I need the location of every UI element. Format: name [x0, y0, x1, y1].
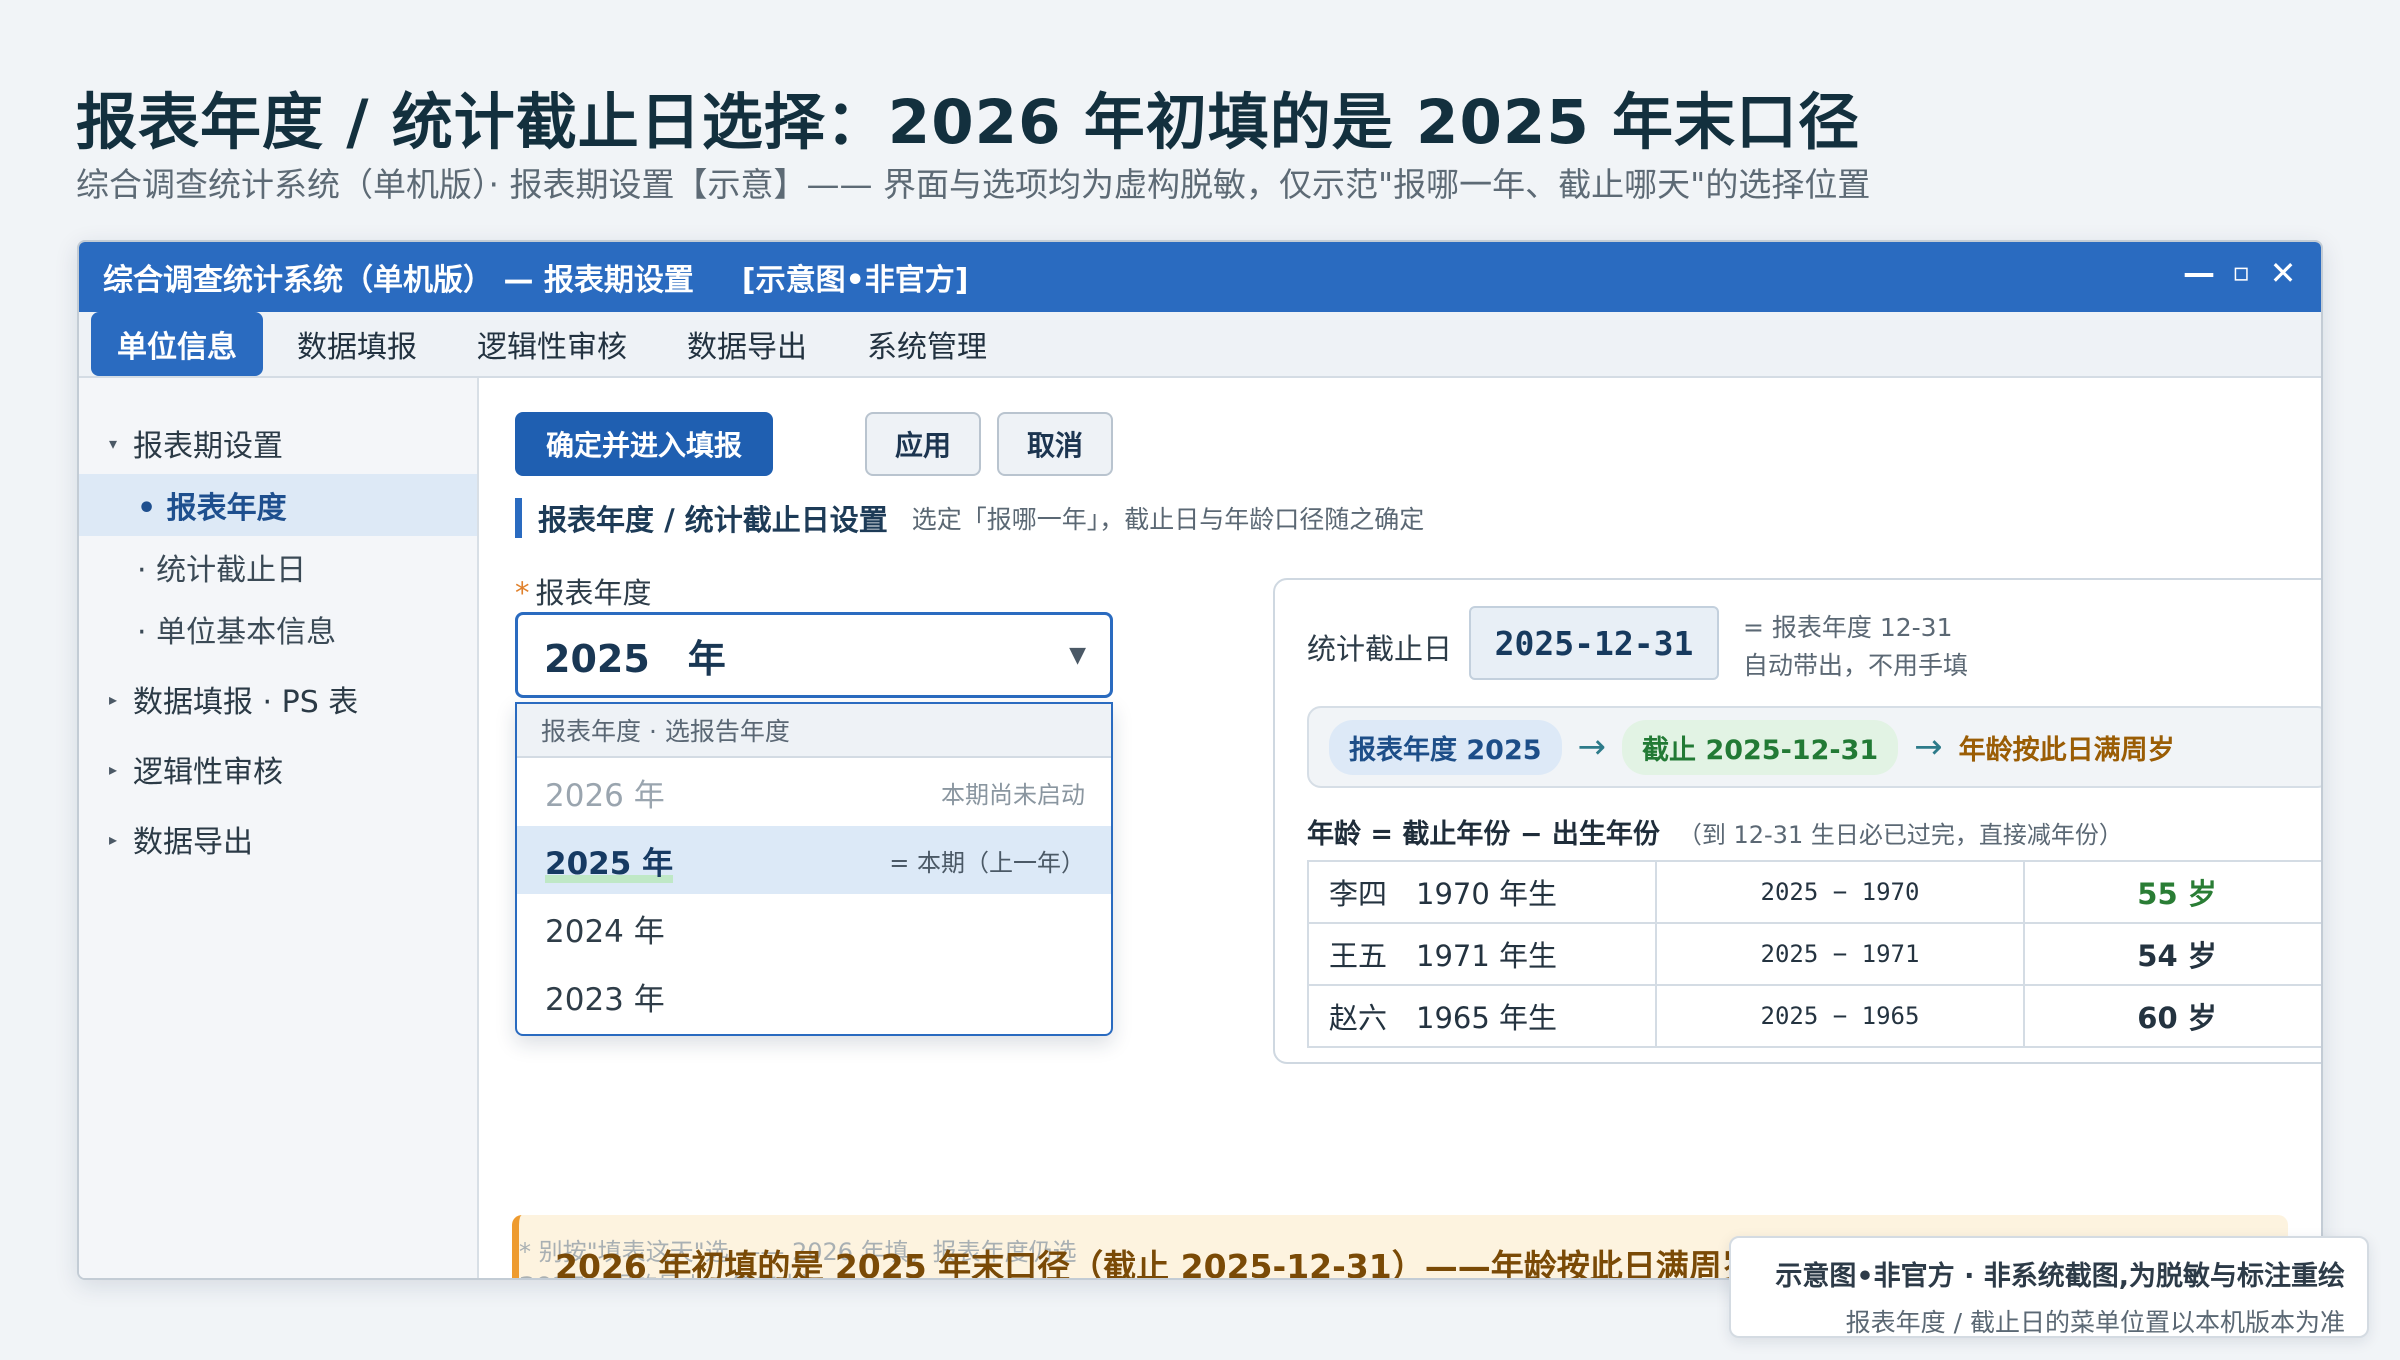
option-label: 2024 年	[545, 913, 665, 950]
dropdown-option-2024[interactable]: 2024 年	[517, 894, 1111, 962]
minimize-icon[interactable]: —	[2183, 254, 2215, 292]
main-content: 确定并进入填报 应用 取消 报表年度 / 统计截止日设置 选定「报哪一年」，截止…	[479, 378, 2321, 1278]
sidebar-group-label: 数据填报 · PS 表	[133, 685, 359, 720]
maximize-icon[interactable]: ▫	[2225, 258, 2257, 288]
dropdown-option-2026[interactable]: 2026 年 本期尚未启动	[517, 758, 1111, 826]
footnote-line2: 报表年度 / 截止日的菜单位置以本机版本为准	[1845, 1308, 2345, 1337]
cutoff-date-note: = 报表年度 12-31	[1743, 613, 1953, 642]
report-year-dropdown: 报表年度 · 选报告年度 2026 年 本期尚未启动 2025 年 = 本期（上…	[515, 702, 1113, 1036]
dropdown-option-2023[interactable]: 2023 年	[517, 962, 1111, 1030]
close-icon[interactable]: ✕	[2267, 254, 2299, 292]
sidebar-group-data-entry[interactable]: ▸ 数据填报 · PS 表	[79, 668, 477, 730]
flow-result: 年龄按此日满周岁	[1958, 734, 2175, 766]
age-cell: 54 岁	[2023, 922, 2321, 986]
report-year-label-text: 报表年度	[535, 576, 652, 610]
report-year-select[interactable]: 2025 年 ▼	[515, 612, 1113, 698]
age-table: 李四 1970 年生 2025 − 1970 55 岁 王五 1971 年生 2…	[1307, 860, 2321, 1048]
menu-system-admin[interactable]: 系统管理	[841, 312, 1013, 376]
option-tag: 本期尚未启动	[941, 780, 1085, 809]
option-label: 2023 年	[545, 981, 665, 1018]
arrow-right-icon: →	[1577, 727, 1607, 767]
year-cutoff-flow: 报表年度 2025 → 截止 2025-12-31 → 年龄按此日满周岁	[1307, 706, 2321, 788]
person-cell: 赵六 1965 年生	[1307, 984, 1657, 1048]
sidebar-group-label: 数据导出	[133, 825, 253, 860]
calc-cell: 2025 − 1965	[1655, 984, 2025, 1048]
dropdown-header: 报表年度 · 选报告年度	[517, 704, 1111, 758]
cutoff-date-note-auto: 自动带出，不用手填	[1743, 651, 1969, 680]
table-row: 赵六 1965 年生 2025 − 1965 60 岁	[1307, 984, 2321, 1048]
sidebar: ▾ 报表期设置 • 报表年度 · 统计截止日 · 单位基本信息 ▸ 数据填报 ·…	[79, 378, 479, 1278]
sidebar-group-label: 逻辑性审核	[133, 755, 283, 790]
section-hint: 选定「报哪一年」，截止日与年龄口径随之确定	[911, 505, 1425, 534]
cutoff-pill: 截止 2025-12-31	[1622, 719, 1899, 775]
section-title: 报表年度 / 统计截止日设置	[538, 503, 888, 537]
footnote-line1: 示意图•非官方 · 非系统截图,为脱敏与标注重绘	[1775, 1261, 2345, 1292]
sidebar-item-unit-basic-info[interactable]: · 单位基本信息	[79, 598, 477, 660]
person-cell: 王五 1971 年生	[1307, 922, 1657, 986]
calc-cell: 2025 − 1970	[1655, 860, 2025, 924]
sidebar-group-label: 报表期设置	[133, 429, 283, 464]
disclaimer-footnote: 示意图•非官方 · 非系统截图,为脱敏与标注重绘 报表年度 / 截止日的菜单位置…	[1729, 1236, 2369, 1338]
apply-button[interactable]: 应用	[865, 412, 981, 476]
menu-data-entry[interactable]: 数据填报	[271, 312, 443, 376]
window-title: 综合调查统计系统（单机版） — 报表期设置	[103, 263, 694, 298]
formula-text: 年龄 = 截止年份 − 出生年份	[1307, 819, 1660, 850]
option-label: 2026 年	[545, 777, 665, 814]
cutoff-date-label: 统计截止日	[1307, 632, 1453, 666]
report-year-value: 2025 年	[544, 636, 726, 681]
window-titlebar: 综合调查统计系统（单机版） — 报表期设置 [示意图•非官方] — ▫ ✕	[79, 242, 2321, 312]
confirm-enter-button[interactable]: 确定并进入填报	[515, 412, 773, 476]
year-pill: 报表年度 2025	[1329, 719, 1562, 775]
cutoff-panel: 统计截止日 2025-12-31 = 报表年度 12-31 自动带出，不用手填 …	[1273, 578, 2321, 1064]
option-label: 2025 年	[545, 838, 673, 883]
required-mark: *	[515, 576, 530, 610]
caret-right-icon: ▸	[109, 759, 118, 779]
dropdown-caret-icon: ▼	[1069, 642, 1086, 668]
person-cell: 李四 1970 年生	[1307, 860, 1657, 924]
caret-right-icon: ▸	[109, 689, 118, 709]
sidebar-group-logic-audit[interactable]: ▸ 逻辑性审核	[79, 738, 477, 800]
menu-data-export[interactable]: 数据导出	[661, 312, 833, 376]
window-controls: — ▫ ✕	[2183, 254, 2299, 292]
age-cell: 55 岁	[2023, 860, 2321, 924]
sidebar-item-cutoff-date[interactable]: · 统计截止日	[79, 536, 477, 598]
menu-logic-audit[interactable]: 逻辑性审核	[451, 312, 653, 376]
age-formula: 年龄 = 截止年份 − 出生年份 （到 12-31 生日必已过完，直接减年份）	[1307, 812, 2123, 851]
menu-bar: 单位信息 数据填报 逻辑性审核 数据导出 系统管理	[79, 312, 2321, 378]
arrow-right-icon: →	[1914, 727, 1943, 767]
sidebar-group-data-export[interactable]: ▸ 数据导出	[79, 808, 477, 870]
cutoff-date-field: 2025-12-31	[1469, 606, 1719, 680]
sidebar-group-report-period[interactable]: ▾ 报表期设置	[79, 412, 477, 474]
age-cell: 60 岁	[2023, 984, 2321, 1048]
window-tag: [示意图•非官方]	[741, 263, 969, 298]
caret-right-icon: ▸	[109, 829, 118, 849]
caret-down-icon: ▾	[109, 433, 118, 453]
menu-unit-info[interactable]: 单位信息	[91, 312, 263, 376]
app-window: 综合调查统计系统（单机版） — 报表期设置 [示意图•非官方] — ▫ ✕ 单位…	[77, 240, 2323, 1280]
table-row: 李四 1970 年生 2025 − 1970 55 岁	[1307, 860, 2321, 924]
cancel-button[interactable]: 取消	[997, 412, 1113, 476]
page-subtitle: 综合调查统计系统（单机版）· 报表期设置【示意】—— 界面与选项均为虚构脱敏，仅…	[76, 165, 1871, 204]
report-year-label: * 报表年度	[515, 570, 652, 612]
formula-note: （到 12-31 生日必已过完，直接减年份）	[1677, 821, 2123, 849]
option-tag: = 本期（上一年）	[889, 848, 1085, 877]
dropdown-option-2025[interactable]: 2025 年 = 本期（上一年）	[517, 826, 1111, 894]
section-header: 报表年度 / 统计截止日设置 选定「报哪一年」，截止日与年龄口径随之确定	[515, 498, 1424, 538]
sidebar-item-report-year[interactable]: • 报表年度	[79, 474, 477, 536]
page-title: 报表年度 / 统计截止日选择：2026 年初填的是 2025 年末口径	[76, 87, 1861, 158]
table-row: 王五 1971 年生 2025 − 1971 54 岁	[1307, 922, 2321, 986]
calc-cell: 2025 − 1971	[1655, 922, 2025, 986]
